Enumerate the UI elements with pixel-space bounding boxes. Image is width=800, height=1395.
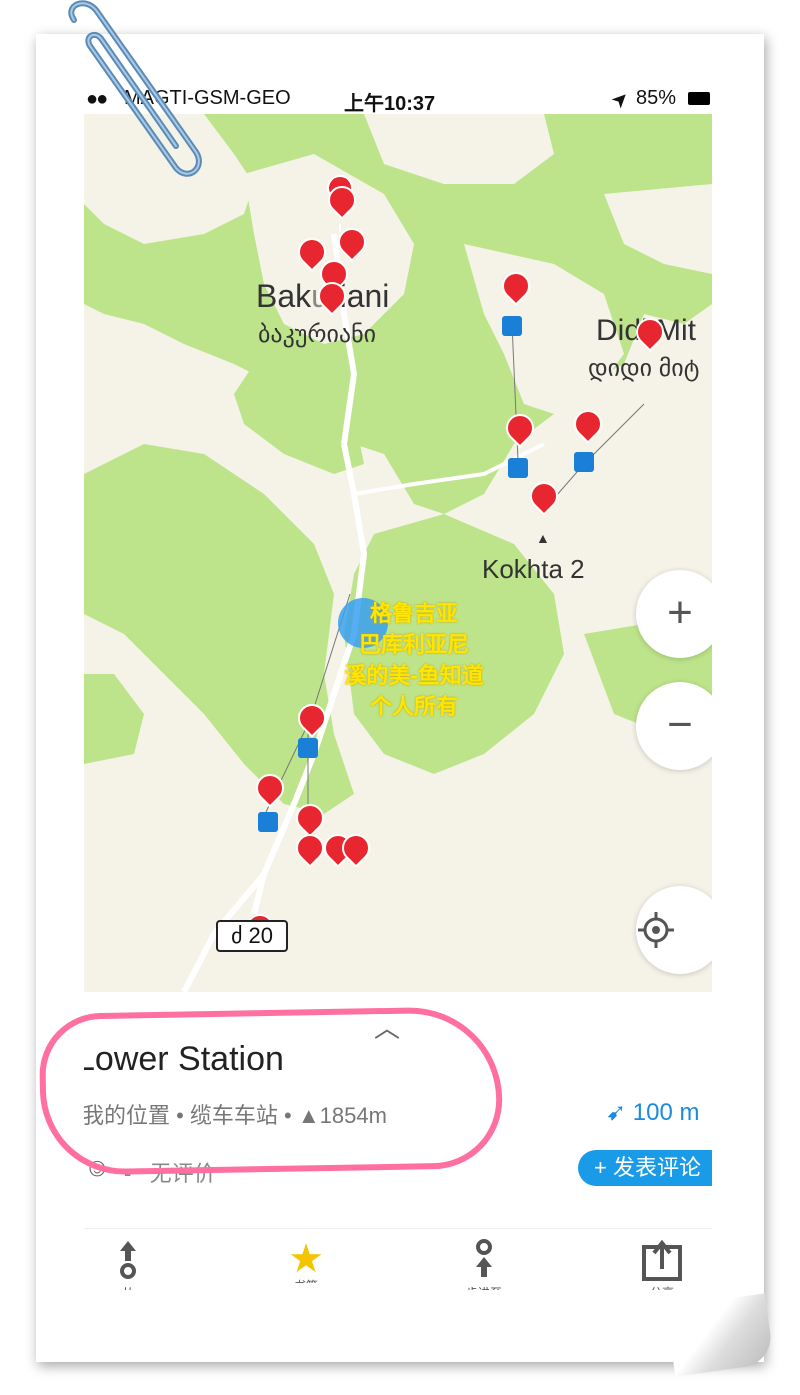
minus-icon: − — [667, 700, 693, 749]
route-from-icon — [120, 1241, 136, 1279]
plus-icon: + — [667, 588, 693, 637]
poi-pin-icon[interactable] — [500, 408, 540, 448]
map-view[interactable]: Bakuriani ბაკურიანი Didi Mit დიდი მიტ Ko… — [84, 114, 712, 992]
add-review-button[interactable]: + 发表评论 — [578, 1150, 712, 1186]
tab-route-from[interactable]: 从 — [98, 1237, 158, 1297]
poi-pin-icon[interactable] — [524, 476, 564, 516]
poi-pin-icon[interactable] — [630, 312, 670, 352]
battery-percent: 85% — [636, 87, 677, 109]
share-icon — [642, 1239, 682, 1281]
tab-bookmark[interactable]: ★ 书签 — [276, 1237, 336, 1297]
status-time: 上午10:37 — [344, 93, 436, 115]
poi-pin-icon[interactable] — [250, 768, 290, 808]
tab-share[interactable]: 分享 — [632, 1237, 692, 1297]
battery-icon — [688, 92, 710, 105]
location-arrow-icon: ➤ — [607, 86, 635, 114]
distance-label: ➹ 100 m — [606, 1099, 700, 1126]
poi-pin-icon[interactable] — [312, 276, 352, 316]
tab-route-to[interactable]: 步进至 — [454, 1237, 514, 1297]
page-curl — [665, 1293, 775, 1377]
poi-pin-layer — [84, 114, 712, 992]
paperclip-icon — [68, 0, 202, 177]
road-number-label: ძ 20 — [216, 920, 288, 952]
direction-arrow-icon: ➹ — [606, 1099, 633, 1126]
poi-pin-icon[interactable] — [290, 798, 330, 838]
poi-pin-icon[interactable] — [496, 266, 536, 306]
crosshair-icon — [638, 912, 674, 948]
watermark-text: 格鲁吉亚 巴库利亚尼 溪的美-鱼知道 个人所有 — [344, 601, 484, 719]
star-icon: ★ — [288, 1237, 324, 1281]
poi-pin-icon[interactable] — [568, 404, 608, 444]
route-to-icon — [476, 1239, 492, 1277]
action-tab-bar: 从 ★ 书签 步进至 分享 — [84, 1228, 712, 1298]
poi-pin-icon[interactable] — [322, 180, 362, 220]
poi-pin-icon[interactable] — [332, 222, 372, 262]
highlight-scribble — [38, 1005, 504, 1177]
